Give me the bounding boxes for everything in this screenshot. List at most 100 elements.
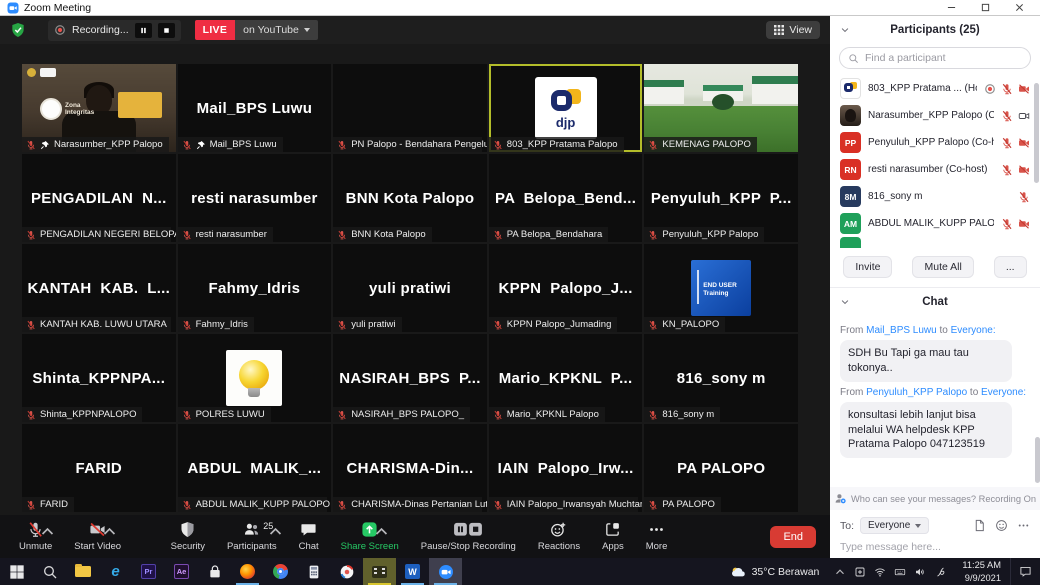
chrome-button[interactable]	[264, 558, 297, 585]
mute-all-button[interactable]: Mute All	[912, 256, 973, 278]
video-tile[interactable]: KEMENAG PALOPO	[644, 64, 798, 152]
video-tile[interactable]: KPPN Palopo_J... KPPN Palopo_Jumading	[489, 244, 643, 332]
participant-row[interactable]: AM ABDUL MALIK_KUPP PALOPO	[830, 210, 1040, 237]
toolbar-button[interactable]: Unmute	[8, 515, 63, 558]
participant-row[interactable]: PP Penyuluh_KPP Palopo (Co-host)	[830, 129, 1040, 156]
video-tile[interactable]: CHARISMA-Din... CHARISMA-Dinas Pertanian…	[333, 424, 487, 512]
video-tile[interactable]: PN Palopo - Bendahara Pengeluar...	[333, 64, 487, 152]
firefox-button[interactable]	[231, 558, 264, 585]
chat-collapse-chevron-icon[interactable]	[840, 297, 850, 307]
media-player-button[interactable]	[330, 558, 363, 585]
emoji-icon[interactable]	[995, 519, 1008, 532]
speaker-icon[interactable]	[914, 566, 926, 578]
participant-search-input[interactable]: Find a participant	[839, 47, 1031, 69]
toolbar-button[interactable]: 25 Participants	[216, 515, 288, 558]
word-button[interactable]: W	[396, 558, 429, 585]
pause-recording-button[interactable]	[135, 23, 152, 38]
internet-explorer-button[interactable]: e	[99, 558, 132, 585]
chat-more-icon[interactable]	[1017, 519, 1030, 532]
participant-row[interactable]: 8M 816_sony m	[830, 183, 1040, 210]
premiere-pro-button[interactable]: Pr	[132, 558, 165, 585]
toolbar-button[interactable]: Security	[160, 515, 216, 558]
view-button[interactable]: View	[766, 21, 820, 39]
video-tile[interactable]: Zona Integritas Narasumber_KPP Palopo	[22, 64, 176, 152]
tile-name-label: KEMENAG PALOPO	[644, 137, 757, 152]
chevron-up-icon[interactable]	[39, 523, 56, 540]
video-tile[interactable]: Shinta_KPPNPA... Shinta_KPPNPALOPO	[22, 334, 176, 422]
chevron-up-icon[interactable]	[373, 523, 390, 540]
participant-row[interactable]: 803_KPP Pratama ... (Host, me)	[830, 75, 1040, 102]
video-tile[interactable]: 816_sony m 816_sony m	[644, 334, 798, 422]
video-tile[interactable]: IAIN Palopo_Irw... IAIN Palopo_Irwansyah…	[489, 424, 643, 512]
taskbar-clock[interactable]: 11:25 AM 9/9/2021	[953, 559, 1010, 583]
participants-collapse-chevron-icon[interactable]	[840, 25, 850, 35]
calculator-button[interactable]	[297, 558, 330, 585]
video-tile[interactable]: djp 803_KPP Pratama Palopo	[489, 64, 643, 152]
chevron-up-icon[interactable]	[101, 523, 118, 540]
stop-recording-button[interactable]	[158, 23, 175, 38]
tray-expand-chevron-icon[interactable]	[834, 566, 846, 578]
video-tile[interactable]: PA Belopa_Bend... PA Belopa_Bendahara	[489, 154, 643, 242]
participant-row[interactable]	[830, 237, 1040, 248]
video-tile[interactable]: NASIRAH_BPS P... NASIRAH_BPS PALOPO_	[333, 334, 487, 422]
toolbar-button[interactable]: Reactions	[527, 515, 591, 558]
video-tile[interactable]: POLRES LUWU	[178, 334, 332, 422]
video-tile[interactable]: Penyuluh_KPP P... Penyuluh_KPP Palopo	[644, 154, 798, 242]
meta-from-word: From	[840, 387, 863, 398]
chat-messages: From Mail_BPS Luwu to Everyone: SDH Bu T…	[830, 316, 1040, 487]
video-tile[interactable]: FARID FARID	[22, 424, 176, 512]
pen-icon[interactable]	[934, 566, 946, 578]
mic-muted-icon	[26, 230, 36, 240]
zoom-taskbar-button[interactable]	[429, 558, 462, 585]
toolbar-button[interactable]: Apps	[591, 515, 635, 558]
video-tile[interactable]: yuli pratiwi yuli pratiwi	[333, 244, 487, 332]
close-button[interactable]	[1002, 0, 1036, 15]
toolbar-button[interactable]: Share Screen	[330, 515, 410, 558]
video-tile[interactable]: resti narasumber resti narasumber	[178, 154, 332, 242]
video-tile[interactable]: END USER Training KN_PALOPO	[644, 244, 798, 332]
end-meeting-button[interactable]: End	[770, 526, 816, 548]
participant-row[interactable]: Narasumber_KPP Palopo (Co-host)	[830, 102, 1040, 129]
video-tile[interactable]: PENGADILAN N... PENGADILAN NEGERI BELOPA	[22, 154, 176, 242]
file-attach-icon[interactable]	[973, 519, 986, 532]
participant-row[interactable]: RN resti narasumber (Co-host)	[830, 156, 1040, 183]
file-explorer-button[interactable]	[66, 558, 99, 585]
chat-message-input[interactable]: Type message here...	[830, 536, 1040, 558]
chat-sender[interactable]: Mail_BPS Luwu	[866, 325, 937, 336]
chat-scrollbar[interactable]	[1035, 437, 1040, 483]
chat-recipient[interactable]: Everyone:	[951, 325, 996, 336]
toolbar-button[interactable]: Pause/Stop Recording	[410, 515, 527, 558]
tray-app-icon[interactable]	[854, 566, 866, 578]
invite-button[interactable]: Invite	[843, 256, 892, 278]
video-tile[interactable]: Mario_KPKNL P... Mario_KPKNL Palopo	[489, 334, 643, 422]
microsoft-store-button[interactable]	[198, 558, 231, 585]
video-tile[interactable]: BNN Kota Palopo BNN Kota Palopo	[333, 154, 487, 242]
action-center-button[interactable]	[1010, 558, 1040, 585]
meta-to-word: to	[940, 325, 948, 336]
tile-center-name: IAIN Palopo_Irw...	[498, 460, 634, 477]
taskbar-search-button[interactable]	[33, 558, 66, 585]
wifi-icon[interactable]	[874, 566, 886, 578]
participants-scrollbar[interactable]	[1034, 83, 1039, 183]
chevron-up-icon[interactable]	[267, 523, 284, 540]
recipient-dropdown[interactable]: Everyone	[860, 517, 929, 534]
start-button[interactable]	[0, 558, 33, 585]
keyboard-icon[interactable]	[894, 566, 906, 578]
minimize-button[interactable]	[934, 0, 968, 15]
chat-sender[interactable]: Penyuluh_KPP Palopo	[866, 387, 967, 398]
after-effects-button[interactable]: Ae	[165, 558, 198, 585]
chat-recipient[interactable]: Everyone:	[981, 387, 1026, 398]
participants-more-button[interactable]: ...	[994, 256, 1027, 278]
video-tile[interactable]: KANTAH KAB. L... KANTAH KAB. LUWU UTARA	[22, 244, 176, 332]
weather-widget[interactable]: 35°C Berawan	[722, 565, 828, 579]
toolbar-button[interactable]: Chat	[288, 515, 330, 558]
maximize-button[interactable]	[968, 0, 1002, 15]
video-tile[interactable]: PA PALOPO PA PALOPO	[644, 424, 798, 512]
toolbar-button[interactable]: More	[635, 515, 679, 558]
live-target-dropdown[interactable]: on YouTube	[235, 20, 318, 40]
video-editor-button[interactable]	[363, 558, 396, 585]
video-tile[interactable]: Mail_BPS Luwu Mail_BPS Luwu	[178, 64, 332, 152]
video-tile[interactable]: ABDUL MALIK_... ABDUL MALIK_KUPP PALOPO	[178, 424, 332, 512]
toolbar-button[interactable]: Start Video	[63, 515, 132, 558]
video-tile[interactable]: Fahmy_Idris Fahmy_Idris	[178, 244, 332, 332]
